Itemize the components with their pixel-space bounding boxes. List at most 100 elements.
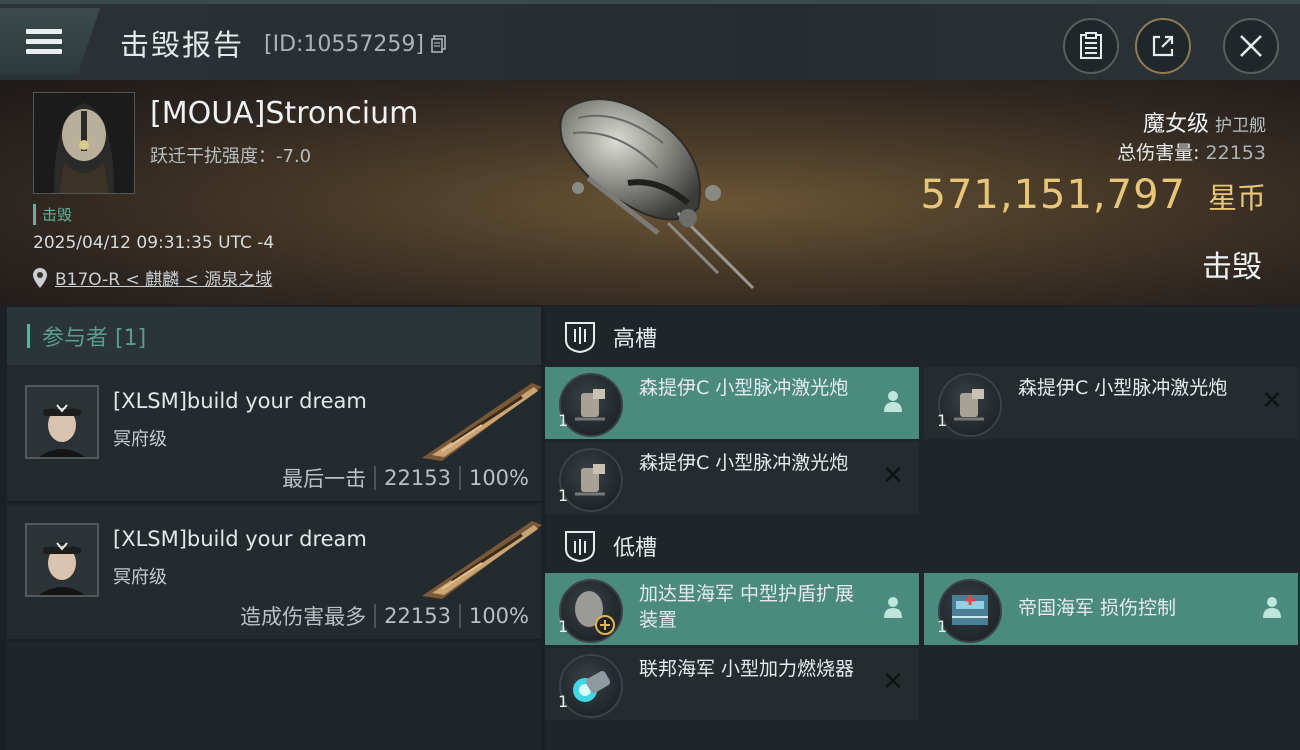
module-item[interactable]: 1 森提伊C 小型脉冲激光炮 ✕	[924, 367, 1298, 439]
participant-name[interactable]: [XLSM]build your dream	[113, 527, 367, 551]
destroyed-x-icon: ✕	[1261, 386, 1283, 416]
destroyed-indicator: ✕	[881, 667, 905, 697]
laser-module-icon	[559, 373, 623, 437]
page-title: 击毁报告	[120, 28, 245, 62]
participant-stats: 造成伤害最多 22153 100%	[240, 601, 529, 631]
low-slot-label: 低槽	[613, 536, 658, 561]
top-bar: 击毁报告 [ID:10557259]	[0, 0, 1300, 84]
laser-module-icon	[938, 373, 1002, 437]
participant-percent: 100%	[468, 466, 529, 490]
ship-type: 护卫舰	[1215, 116, 1266, 136]
participants-header[interactable]: 参与者 [1]	[7, 307, 541, 365]
module-name: 加达里海军 中型护盾扩展装置	[639, 583, 855, 631]
total-damage-label: 总伤害量:	[1117, 142, 1200, 164]
module-quantity: 1	[937, 617, 948, 636]
report-id-text: [ID:10557259]	[264, 32, 424, 57]
victim-banner: [MOUA]Stroncium 跃迁干扰强度：-7.0 击毁 2025/04/1…	[0, 80, 1300, 305]
divider	[458, 466, 461, 490]
participant-row[interactable]: [XLSM]build your dream 冥府级 造成伤害最多 22153 …	[7, 505, 542, 641]
participant-damage: 22153	[384, 604, 451, 628]
shield-extender-icon	[559, 579, 623, 643]
participant-stats: 最后一击 22153 100%	[282, 463, 529, 493]
divider	[374, 604, 377, 628]
divider	[374, 466, 377, 490]
participant-ship: 冥府级	[113, 567, 167, 588]
fitted-indicator	[881, 389, 905, 413]
high-slot-header: 高槽	[545, 307, 1300, 367]
share-icon	[1152, 35, 1174, 57]
copy-icon[interactable]	[431, 35, 447, 53]
low-slot-icon	[565, 531, 595, 563]
ship-class[interactable]: 魔女级 护卫舰	[1143, 106, 1266, 138]
module-name: 森提伊C 小型脉冲激光炮	[639, 452, 849, 474]
clipboard-icon	[1080, 32, 1102, 59]
isk-amount: 571,151,797	[920, 172, 1186, 218]
fitted-indicator	[881, 595, 905, 619]
isk-value: 571,151,797 星币	[921, 172, 1267, 218]
module-name: 帝国海军 损伤控制	[1018, 597, 1177, 619]
kill-location[interactable]: B17O-R < 麒麟 < 源泉之域	[33, 265, 272, 290]
hamburger-icon	[26, 24, 62, 59]
participants-label: 参与者 [1]	[42, 326, 147, 351]
location-link[interactable]: B17O-R < 麒麟 < 源泉之域	[55, 265, 272, 290]
participant-avatar[interactable]	[25, 385, 99, 459]
module-item[interactable]: 1 加达里海军 中型护盾扩展装置	[545, 573, 919, 645]
person-icon	[1263, 597, 1281, 618]
victim-name[interactable]: [MOUA]Stroncium	[150, 96, 418, 131]
ship-class-name: 魔女级	[1142, 112, 1209, 137]
menu-button[interactable]	[0, 8, 100, 74]
module-quantity: 1	[558, 486, 569, 505]
total-damage: 总伤害量: 22153	[1117, 138, 1266, 165]
low-slot-header: 低槽	[545, 516, 1300, 576]
person-icon	[884, 597, 902, 618]
participant-percent: 100%	[468, 604, 529, 628]
module-quantity: 1	[937, 411, 948, 430]
module-item[interactable]: 1 帝国海军 损伤控制	[924, 573, 1298, 645]
total-damage-value: 22153	[1205, 142, 1266, 164]
participant-ship-image[interactable]	[422, 511, 542, 601]
module-quantity: 1	[558, 692, 569, 711]
damage-control-icon	[938, 579, 1002, 643]
module-name: 森提伊C 小型脉冲激光炮	[1018, 377, 1228, 399]
destroyed-x-icon: ✕	[882, 667, 904, 697]
victim-ship-image[interactable]	[548, 88, 768, 293]
destroyed-x-icon: ✕	[882, 461, 904, 491]
participant-ship: 冥府级	[113, 429, 167, 450]
module-item[interactable]: 1 森提伊C 小型脉冲激光炮 ✕	[545, 442, 919, 514]
module-item[interactable]: 1 联邦海军 小型加力燃烧器 ✕	[545, 648, 919, 720]
fitting-panel: 高槽 1 森提伊C 小型脉冲激光炮 1 森提伊C 小型脉冲激光炮 ✕ 1 森提伊…	[545, 307, 1300, 750]
destroyed-indicator: ✕	[881, 461, 905, 491]
header-accent-bar	[27, 324, 30, 348]
fitted-indicator	[1260, 595, 1284, 619]
close-button[interactable]	[1223, 18, 1279, 74]
clipboard-button[interactable]	[1063, 18, 1119, 74]
module-item[interactable]: 1 森提伊C 小型脉冲激光炮	[545, 367, 919, 439]
module-name: 森提伊C 小型脉冲激光炮	[639, 377, 849, 399]
participant-damage: 22153	[384, 466, 451, 490]
module-quantity: 1	[558, 411, 569, 430]
destroyed-indicator: ✕	[1260, 386, 1284, 416]
status-badge: 击毁	[33, 204, 72, 225]
divider	[458, 604, 461, 628]
location-pin-icon	[33, 267, 47, 288]
isk-unit: 星币	[1207, 181, 1266, 215]
high-slot-icon	[565, 322, 595, 354]
module-quantity: 1	[558, 617, 569, 636]
participant-name[interactable]: [XLSM]build your dream	[113, 389, 367, 413]
afterburner-icon	[559, 654, 623, 718]
close-icon	[1240, 35, 1262, 57]
person-icon	[884, 391, 902, 412]
participant-role: 造成伤害最多	[240, 605, 367, 629]
participant-ship-image[interactable]	[422, 373, 542, 463]
participant-avatar[interactable]	[25, 523, 99, 597]
high-slot-label: 高槽	[613, 327, 658, 352]
victim-avatar[interactable]	[33, 92, 135, 194]
participant-row[interactable]: [XLSM]build your dream 冥府级 最后一击 22153 10…	[7, 367, 542, 503]
kill-datetime: 2025/04/12 09:31:35 UTC -4	[33, 233, 275, 253]
participants-panel: 参与者 [1] [XLSM]build your dream 冥府级 最后一击 …	[7, 307, 542, 750]
module-name: 联邦海军 小型加力燃烧器	[639, 658, 855, 680]
share-button[interactable]	[1135, 18, 1191, 74]
participant-role: 最后一击	[282, 467, 367, 491]
laser-module-icon	[559, 448, 623, 512]
report-id: [ID:10557259]	[264, 32, 447, 57]
